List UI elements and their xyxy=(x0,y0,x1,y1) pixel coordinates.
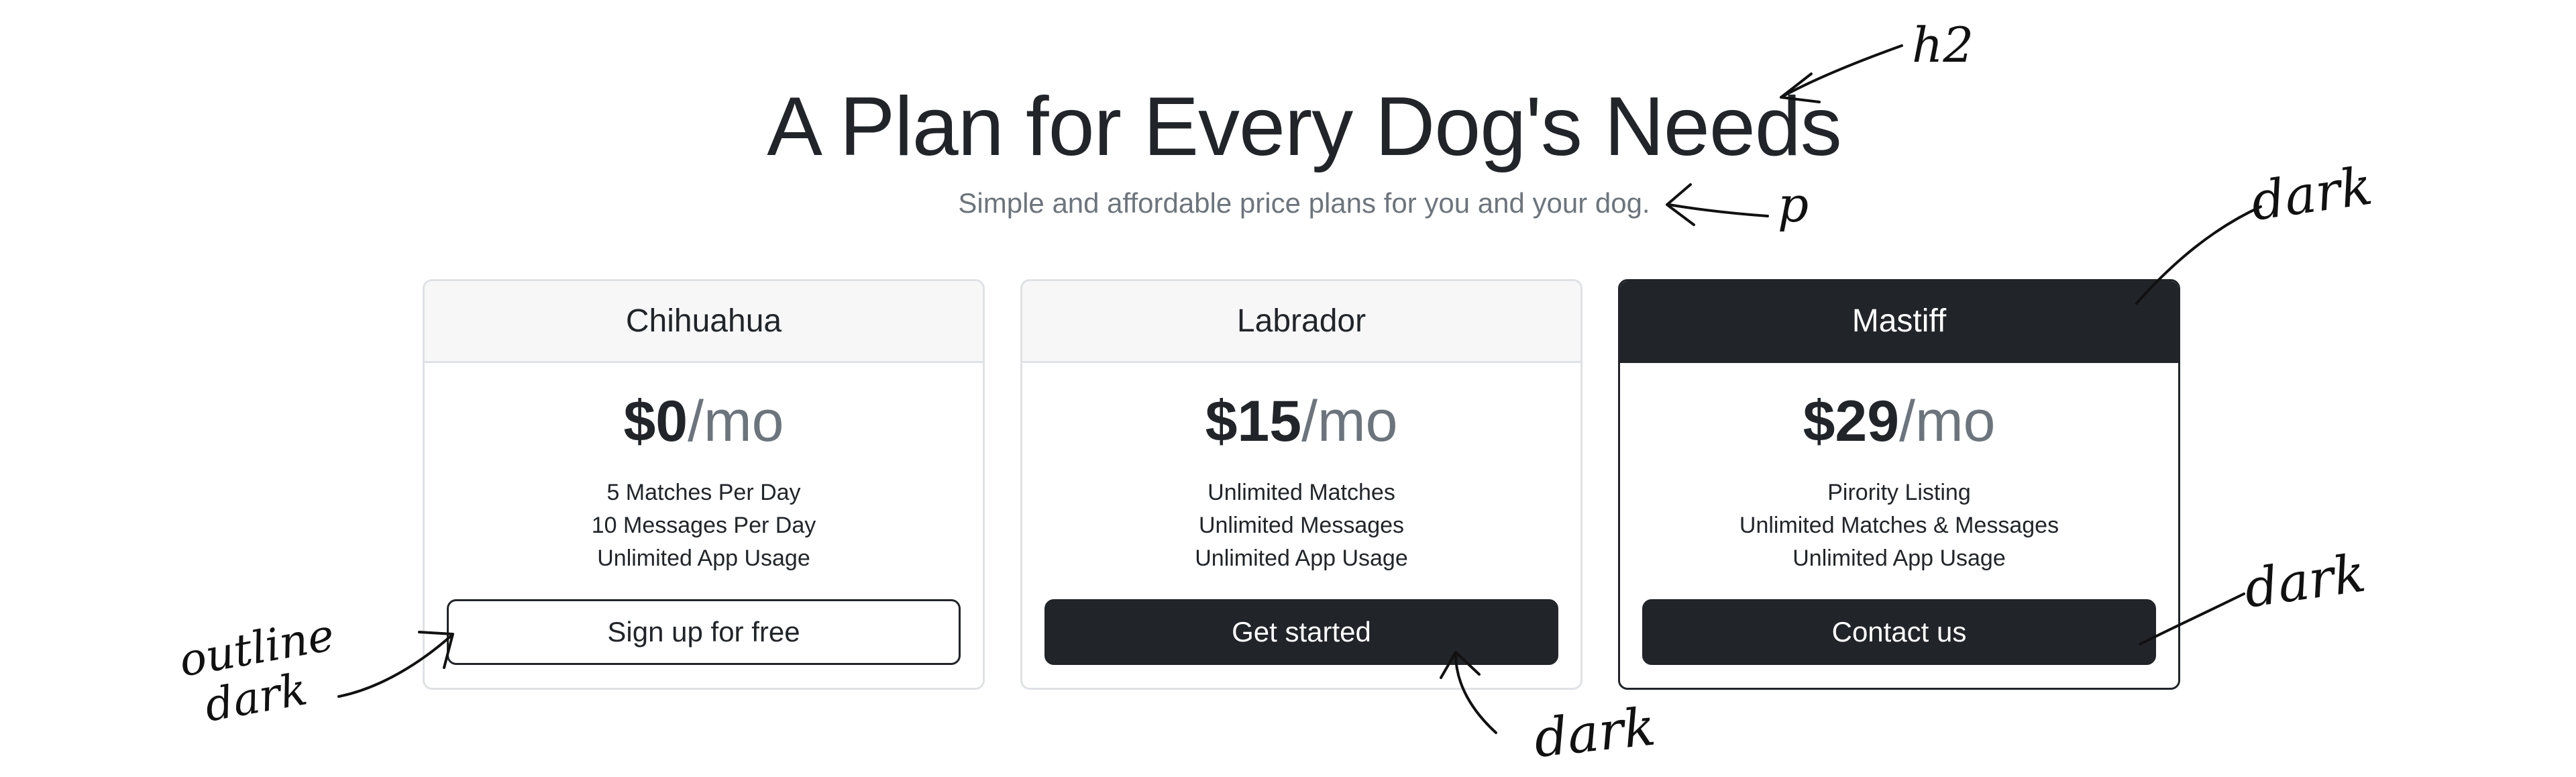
card-header: Labrador xyxy=(1022,281,1580,363)
annotation-label-get-started-dark: dark xyxy=(1532,696,1658,769)
price-period: /mo xyxy=(1899,389,1996,454)
annotation-label-outline-dark-2: dark xyxy=(201,663,311,731)
feature-item: Pirority Listing xyxy=(1827,480,1971,506)
get-started-button[interactable]: Get started xyxy=(1044,599,1558,665)
feature-list: 5 Matches Per Day 10 Messages Per Day Un… xyxy=(425,476,983,575)
annotation-label-h2: h2 xyxy=(1912,17,1974,73)
feature-item: Unlimited Matches xyxy=(1208,480,1395,506)
price-amount: $0 xyxy=(623,389,688,454)
pricing-card-mastiff: Mastiff $29/mo Pirority Listing Unlimite… xyxy=(1618,279,2180,690)
price-amount: $15 xyxy=(1205,389,1302,454)
price-period: /mo xyxy=(1301,389,1398,454)
annotation-label-outline-dark-1: outline xyxy=(175,609,337,687)
feature-item: Unlimited App Usage xyxy=(1195,546,1408,572)
card-price: $15/mo xyxy=(1022,387,1580,456)
sign-up-free-button[interactable]: Sign up for free xyxy=(447,599,961,665)
feature-item: Unlimited App Usage xyxy=(1792,546,2006,572)
pricing-card-chihuahua: Chihuahua $0/mo 5 Matches Per Day 10 Mes… xyxy=(423,279,985,690)
page-title: A Plan for Every Dog's Needs xyxy=(767,81,1842,173)
card-price: $29/mo xyxy=(1620,387,2178,456)
price-amount: $29 xyxy=(1803,389,1900,454)
card-header: Chihuahua xyxy=(425,281,983,363)
feature-item: Unlimited App Usage xyxy=(597,546,810,572)
price-period: /mo xyxy=(688,389,784,454)
card-header: Mastiff xyxy=(1620,281,2178,363)
feature-item: Unlimited Matches & Messages xyxy=(1739,513,2059,539)
page-subtitle: Simple and affordable price plans for yo… xyxy=(958,187,1650,219)
feature-item: Unlimited Messages xyxy=(1198,513,1405,539)
pricing-card-labrador: Labrador $15/mo Unlimited Matches Unlimi… xyxy=(1020,279,1582,690)
card-price: $0/mo xyxy=(425,387,983,456)
feature-list: Pirority Listing Unlimited Matches & Mes… xyxy=(1620,476,2178,575)
annotation-label-contact-dark: dark xyxy=(2241,543,2369,620)
contact-us-button[interactable]: Contact us xyxy=(1642,599,2156,665)
feature-item: 5 Matches Per Day xyxy=(606,480,801,506)
feature-item: 10 Messages Per Day xyxy=(591,513,816,539)
feature-list: Unlimited Matches Unlimited Messages Unl… xyxy=(1022,476,1580,575)
